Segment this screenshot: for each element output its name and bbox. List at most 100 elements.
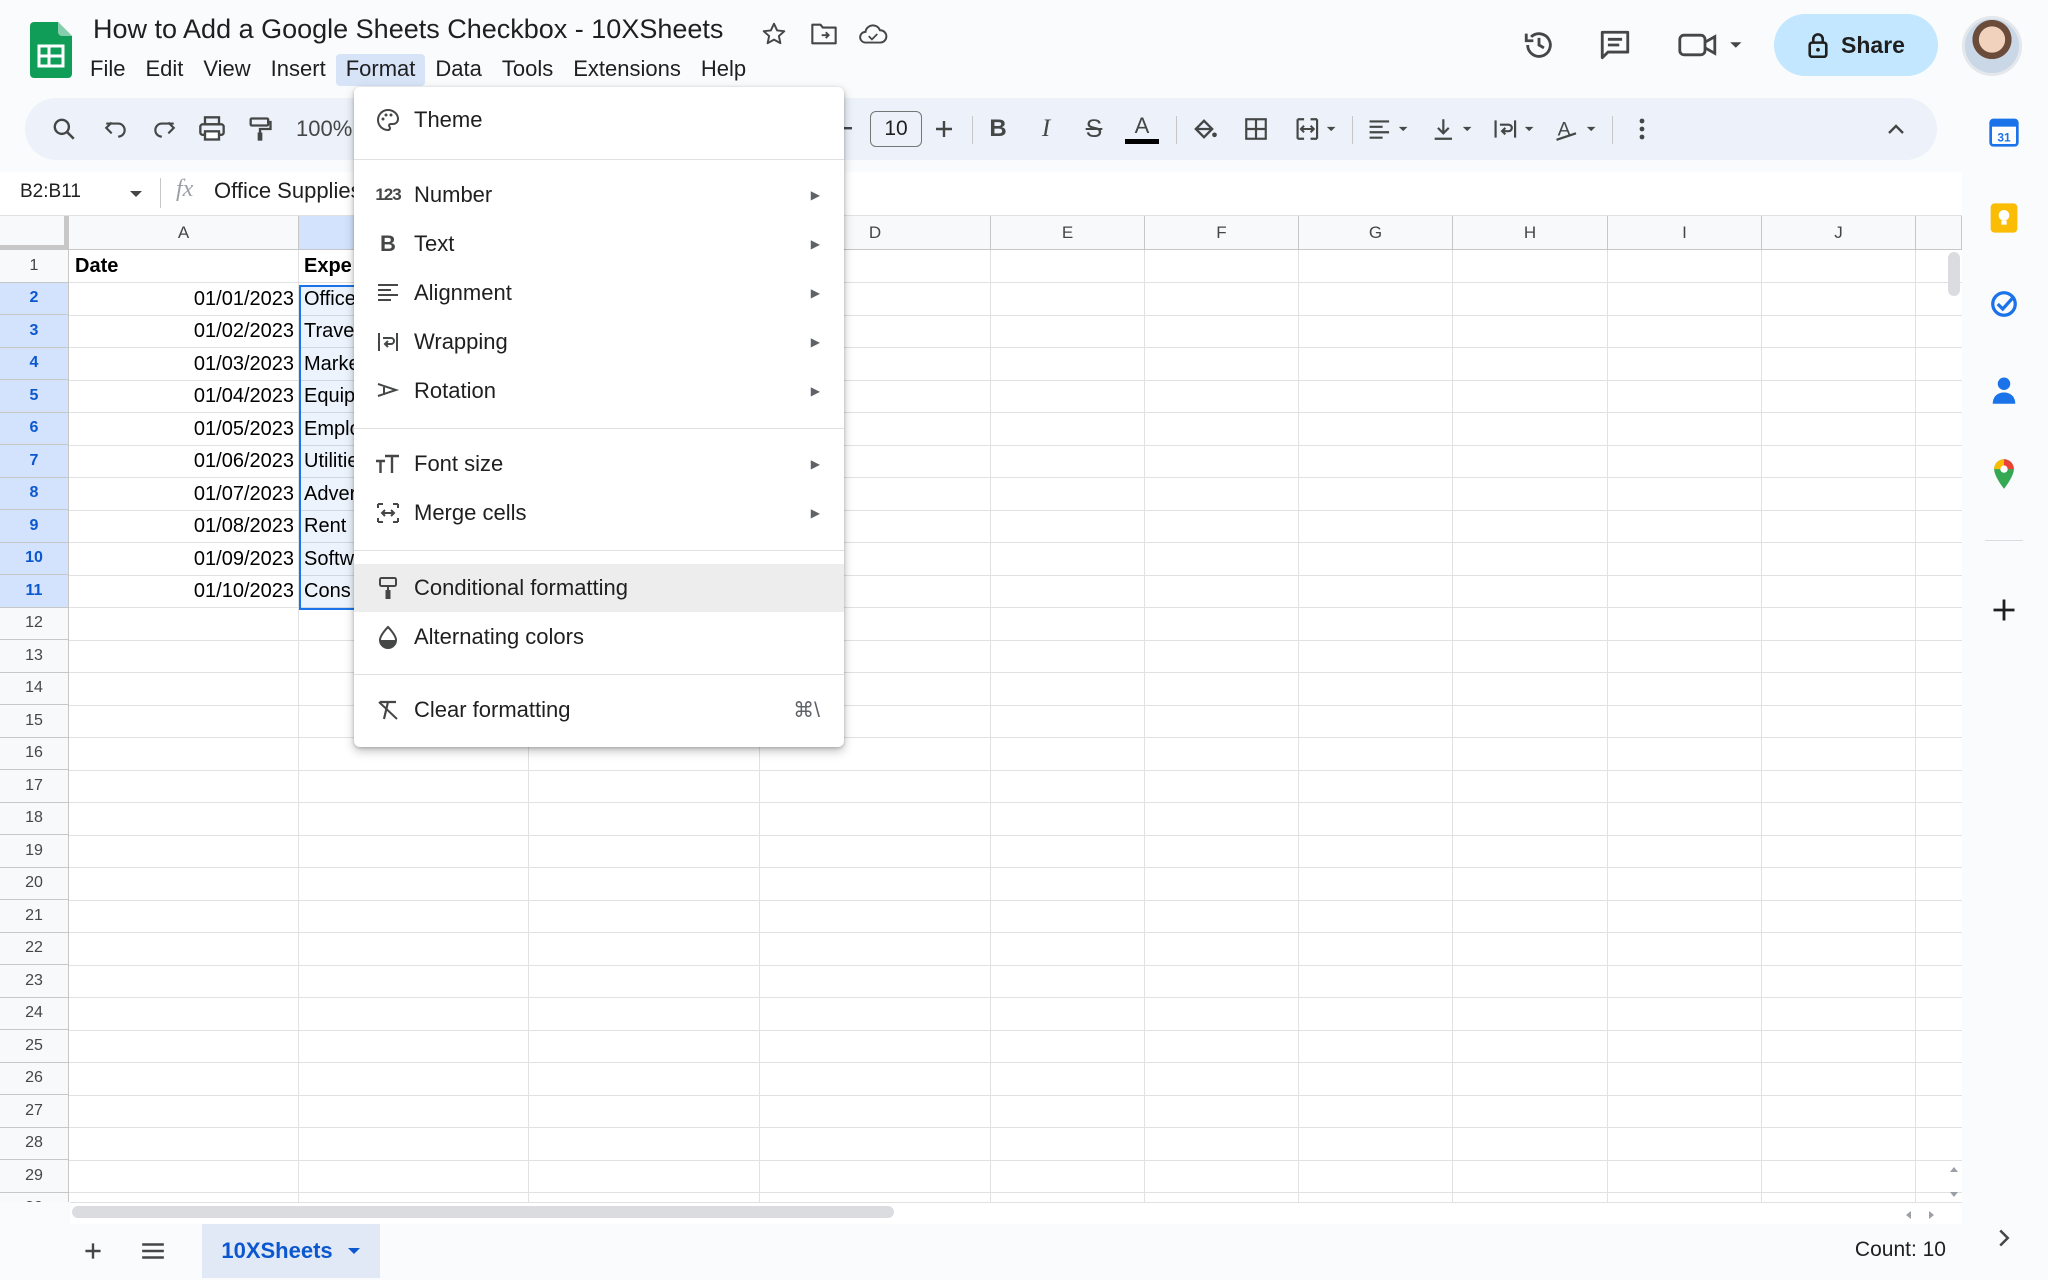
cell-expense[interactable]: Adver — [299, 478, 359, 510]
tasks-icon[interactable] — [1986, 286, 2022, 322]
avatar[interactable] — [1962, 16, 2022, 76]
menu-item-alternating-colors[interactable]: Alternating colors — [354, 613, 844, 661]
comments-icon[interactable] — [1590, 20, 1640, 70]
row-header[interactable]: 10 — [0, 542, 69, 575]
menu-insert[interactable]: Insert — [261, 54, 336, 86]
move-to-folder-icon[interactable] — [808, 18, 840, 50]
cell-date[interactable]: 01/02/2023 — [70, 315, 298, 347]
row-header[interactable]: 5 — [0, 380, 69, 413]
cell-date[interactable]: 01/06/2023 — [70, 445, 298, 477]
print-icon[interactable] — [196, 113, 228, 145]
row-header[interactable]: 1 — [0, 250, 69, 283]
text-color-icon[interactable]: A — [1125, 113, 1159, 145]
menu-item-merge-cells[interactable]: Merge cells ▶ — [354, 489, 844, 537]
vertical-scrollbar-thumb[interactable] — [1948, 252, 1960, 296]
cell-date[interactable]: 01/04/2023 — [70, 380, 298, 412]
font-size-input[interactable]: 10 — [870, 111, 922, 147]
column-header-a[interactable]: A — [69, 216, 299, 250]
all-sheets-icon[interactable] — [140, 1240, 166, 1267]
bold-icon[interactable]: B — [982, 113, 1014, 145]
row-header[interactable]: 8 — [0, 477, 69, 510]
menu-item-conditional-formatting[interactable]: Conditional formatting — [354, 564, 844, 612]
redo-icon[interactable] — [148, 113, 180, 145]
scroll-up-icon[interactable] — [1949, 1160, 1959, 1178]
borders-icon[interactable] — [1240, 113, 1272, 145]
menu-item-wrapping[interactable]: Wrapping ▶ — [354, 318, 844, 366]
cell-date[interactable]: 01/08/2023 — [70, 510, 298, 542]
spreadsheet-grid[interactable]: A B C D E F G H I J 1 2 3 4 5 6 7 8 9 10… — [0, 216, 1962, 1202]
row-header[interactable]: 13 — [0, 640, 69, 673]
menu-help[interactable]: Help — [691, 54, 756, 86]
keep-notes-icon[interactable] — [1986, 200, 2022, 236]
menu-edit[interactable]: Edit — [135, 54, 193, 86]
row-header[interactable]: 4 — [0, 347, 69, 380]
menu-file[interactable]: File — [80, 54, 135, 86]
row-header[interactable]: 30 — [0, 1192, 69, 1202]
column-header-j[interactable]: J — [1762, 216, 1916, 250]
zoom-select[interactable]: 100% — [296, 116, 352, 142]
cell-date[interactable]: 01/07/2023 — [70, 478, 298, 510]
meet-video-icon[interactable] — [1672, 20, 1752, 70]
menu-item-alignment[interactable]: Alignment ▶ — [354, 269, 844, 317]
row-header[interactable]: 18 — [0, 802, 69, 835]
menu-item-font-size[interactable]: Font size ▶ — [354, 440, 844, 488]
row-header[interactable]: 17 — [0, 770, 69, 803]
horizontal-scrollbar-thumb[interactable] — [72, 1206, 894, 1218]
row-header[interactable]: 29 — [0, 1160, 69, 1193]
cell-expense[interactable]: Trave — [299, 315, 359, 347]
sheet-tab-dropdown-icon[interactable] — [347, 1246, 361, 1256]
cell-expense[interactable]: Emplo — [299, 413, 359, 445]
cell-expense[interactable]: Rent — [299, 510, 359, 542]
paint-format-icon[interactable] — [244, 113, 276, 145]
column-header-g[interactable]: G — [1299, 216, 1453, 250]
row-header[interactable]: 6 — [0, 412, 69, 445]
row-header[interactable]: 28 — [0, 1127, 69, 1160]
menu-item-clear-formatting[interactable]: Clear formatting ⌘\ — [354, 686, 844, 734]
star-icon[interactable] — [758, 18, 790, 50]
name-box[interactable]: B2:B11 — [20, 181, 81, 203]
row-header[interactable]: 21 — [0, 900, 69, 933]
cell-expense[interactable]: Softw — [299, 543, 359, 575]
text-wrapping-icon[interactable] — [1490, 113, 1538, 145]
merge-cells-icon[interactable] — [1292, 113, 1340, 145]
maps-icon[interactable] — [1986, 456, 2022, 492]
sheets-logo-icon[interactable] — [30, 22, 72, 78]
cell-date[interactable]: 01/03/2023 — [70, 348, 298, 380]
cloud-saved-icon[interactable] — [857, 18, 889, 50]
row-header[interactable]: 25 — [0, 1030, 69, 1063]
cell-expense[interactable]: Office — [299, 283, 359, 315]
column-header-f[interactable]: F — [1145, 216, 1299, 250]
contacts-icon[interactable] — [1986, 372, 2022, 408]
column-header-h[interactable]: H — [1453, 216, 1608, 250]
row-header[interactable]: 7 — [0, 445, 69, 478]
cell-date[interactable]: 01/01/2023 — [70, 283, 298, 315]
calendar-icon[interactable]: 31 — [1986, 114, 2022, 150]
menu-view[interactable]: View — [193, 54, 260, 86]
search-menus-icon[interactable] — [48, 113, 80, 145]
text-rotation-icon[interactable]: A — [1552, 113, 1600, 145]
row-header[interactable]: 19 — [0, 835, 69, 868]
menu-tools[interactable]: Tools — [492, 54, 563, 86]
menu-item-number[interactable]: 123 Number ▶ — [354, 171, 844, 219]
row-header[interactable]: 24 — [0, 997, 69, 1030]
row-header[interactable]: 23 — [0, 965, 69, 998]
cell-expense[interactable]: Utilitie — [299, 445, 359, 477]
italic-icon[interactable]: I — [1030, 113, 1062, 145]
menu-data[interactable]: Data — [425, 54, 491, 86]
row-header[interactable]: 26 — [0, 1062, 69, 1095]
vertical-align-icon[interactable] — [1428, 113, 1476, 145]
more-options-icon[interactable] — [1626, 113, 1658, 145]
sheet-tab[interactable]: 10XSheets — [202, 1224, 380, 1278]
cell-expense[interactable]: Cons — [299, 575, 359, 607]
cell-date[interactable]: 01/09/2023 — [70, 543, 298, 575]
row-header[interactable]: 3 — [0, 315, 69, 348]
formula-input[interactable]: Office Supplies — [214, 178, 362, 204]
cell-b1[interactable]: Expe — [299, 250, 359, 282]
selection-count[interactable]: Count: 10 — [1855, 1238, 1946, 1262]
menu-extensions[interactable]: Extensions — [563, 54, 691, 86]
row-header[interactable]: 9 — [0, 510, 69, 543]
add-sheet-icon[interactable] — [80, 1238, 106, 1269]
collapse-toolbar-icon[interactable] — [1880, 113, 1912, 145]
menu-format[interactable]: Format — [335, 54, 426, 86]
cell-expense[interactable]: Equip — [299, 380, 359, 412]
